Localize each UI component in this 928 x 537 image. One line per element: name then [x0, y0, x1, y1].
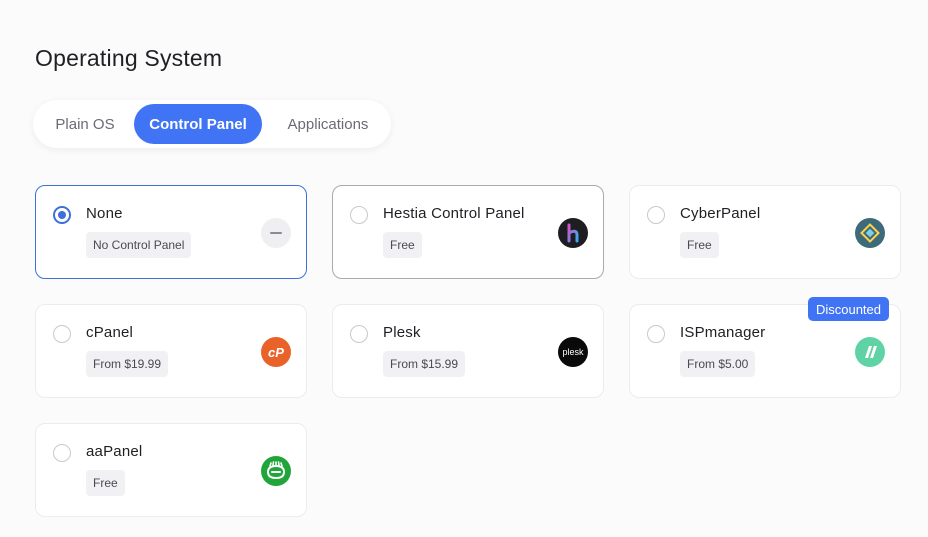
page-title: Operating System	[35, 45, 223, 71]
minus-icon	[261, 218, 291, 248]
option-price: From $15.99	[383, 351, 466, 377]
option-price: Free	[383, 232, 422, 258]
option-name: Hestia Control Panel	[383, 205, 525, 222]
option-price: From $5.00	[680, 351, 756, 377]
option-name: ISPmanager	[680, 324, 766, 341]
tab-plain-os[interactable]: Plain OS	[37, 104, 133, 144]
option-price: Free	[680, 232, 719, 258]
plesk-logo-icon: plesk	[558, 337, 588, 367]
option-card-plesk[interactable]: Plesk From $15.99 plesk	[332, 304, 604, 398]
option-price: Free	[86, 470, 125, 496]
option-card-aapanel[interactable]: aaPanel Free	[35, 423, 307, 517]
tab-applications[interactable]: Applications	[265, 104, 391, 144]
radio-cyberpanel[interactable]	[647, 206, 665, 224]
plesk-logo-text: plesk	[562, 347, 584, 357]
cpanel-logo-icon: cP	[261, 337, 291, 367]
option-name: Plesk	[383, 324, 421, 341]
panel-type-tabs: Plain OS Control Panel Applications	[33, 100, 391, 148]
option-name: aaPanel	[86, 443, 143, 460]
option-name: None	[86, 205, 123, 222]
option-card-cpanel[interactable]: cPanel From $19.99 cP	[35, 304, 307, 398]
option-price: No Control Panel	[86, 232, 192, 258]
radio-plesk[interactable]	[350, 325, 368, 343]
tab-control-panel[interactable]: Control Panel	[134, 104, 262, 144]
cyberpanel-logo-icon	[855, 218, 885, 248]
aapanel-logo-icon	[261, 456, 291, 486]
radio-cpanel[interactable]	[53, 325, 71, 343]
radio-hestia[interactable]	[350, 206, 368, 224]
radio-ispmanager[interactable]	[647, 325, 665, 343]
option-card-cyberpanel[interactable]: CyberPanel Free	[629, 185, 901, 279]
discounted-badge: Discounted	[808, 297, 889, 321]
radio-none[interactable]	[53, 206, 71, 224]
cpanel-logo-text: cP	[268, 344, 284, 360]
option-price: From $19.99	[86, 351, 169, 377]
option-card-none[interactable]: None No Control Panel	[35, 185, 307, 279]
option-name: cPanel	[86, 324, 134, 341]
option-name: CyberPanel	[680, 205, 761, 222]
hestia-logo-icon	[558, 218, 588, 248]
ispmanager-logo-icon	[855, 337, 885, 367]
radio-aapanel[interactable]	[53, 444, 71, 462]
option-card-hestia[interactable]: Hestia Control Panel Free	[332, 185, 604, 279]
